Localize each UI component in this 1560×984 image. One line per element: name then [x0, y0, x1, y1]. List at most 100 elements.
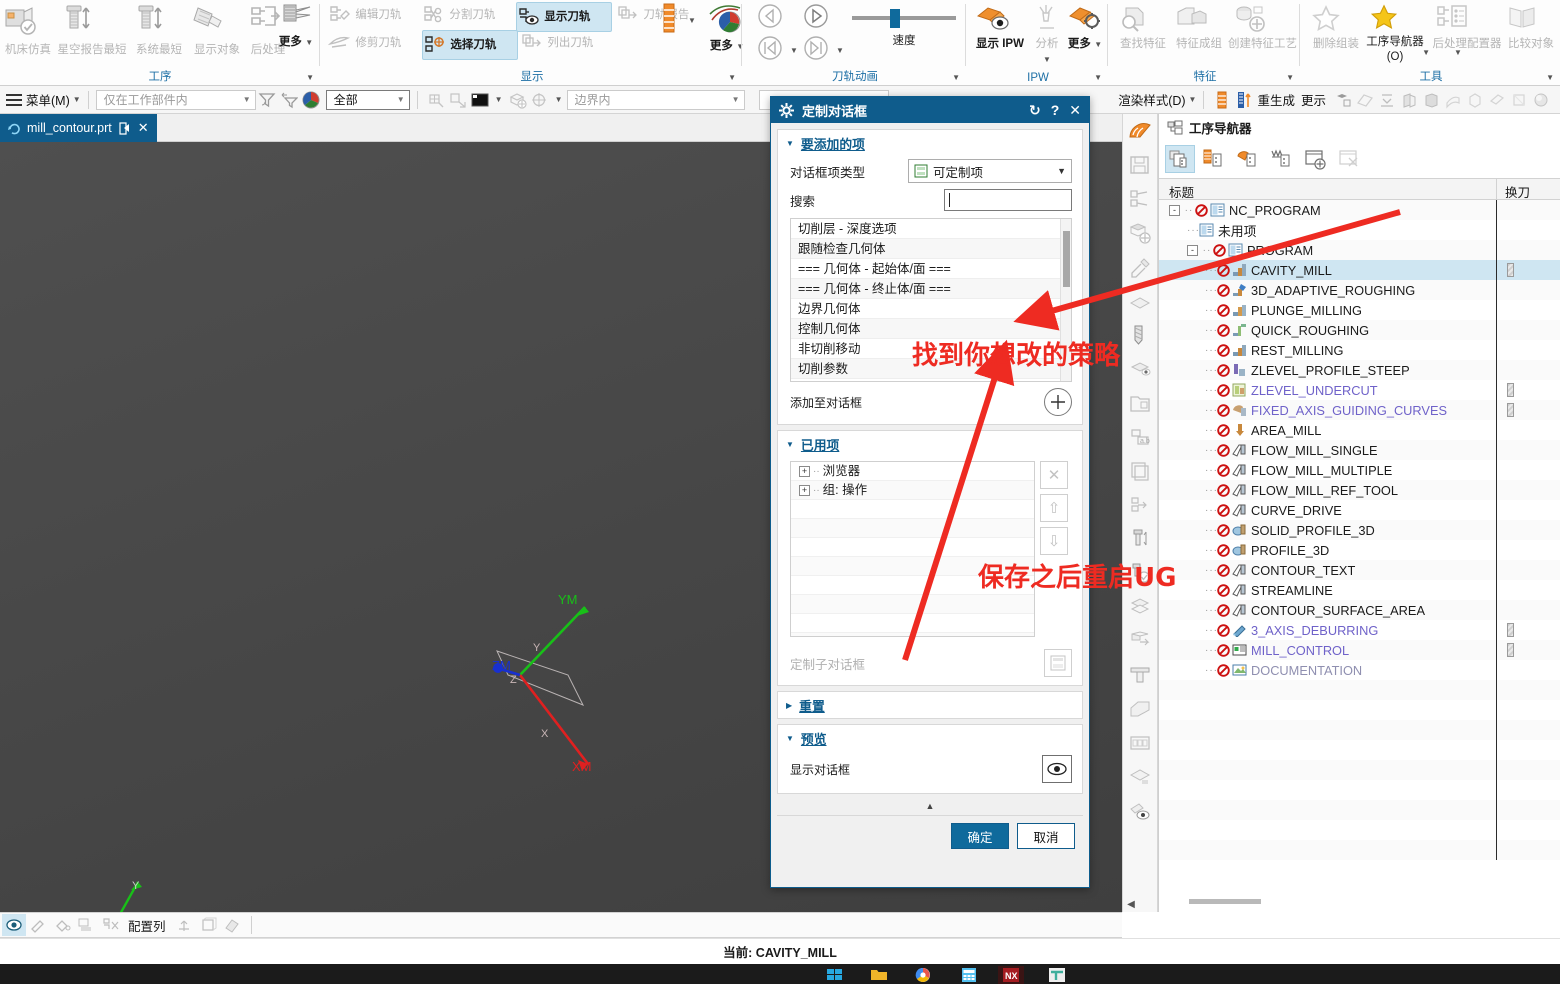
refresh-label[interactable]: 更示: [1301, 90, 1326, 109]
taskbar-calculator-icon[interactable]: [956, 966, 982, 984]
list-scrollbar[interactable]: [1060, 219, 1071, 381]
solid-view-icon[interactable]: [1420, 89, 1442, 111]
tree-row[interactable]: ··· FLOW_MILL_SINGLE: [1159, 440, 1560, 460]
box-view-icon[interactable]: [1464, 89, 1486, 111]
column-header-toolchange[interactable]: 换刀: [1496, 179, 1560, 200]
tree-row[interactable]: ··· ZLEVEL_PROFILE_STEEP: [1159, 360, 1560, 380]
filter-settings-icon[interactable]: [278, 89, 300, 111]
available-item[interactable]: 加工参数: [791, 379, 1071, 381]
taskbar-start-icon[interactable]: [822, 966, 848, 984]
customize-subdialog-button[interactable]: [1044, 649, 1072, 677]
dialog-used-items-list[interactable]: + ·· 浏览器 + ·· 组: 操作: [790, 461, 1035, 637]
boundary-select[interactable]: 边界内 ▼: [566, 89, 745, 110]
ribbon-button-edit-toolpath[interactable]: 编辑刀轨: [328, 4, 420, 30]
menu-label[interactable]: 菜单(M): [26, 90, 70, 109]
resource-bar-collapse-icon[interactable]: ◀: [1124, 895, 1138, 913]
ribbon-button-show-object[interactable]: 显示对象: [190, 2, 244, 57]
tree-row[interactable]: ··· 3_AXIS_DEBURRING: [1159, 620, 1560, 640]
tree-row[interactable]: ··· 3D_ADAPTIVE_ROUGHING: [1159, 280, 1560, 300]
dialog-available-items-list[interactable]: 切削层 - 深度选项 跟随检查几何体 === 几何体 - 起始体/面 === === …: [790, 218, 1072, 382]
navigator-close-window-button[interactable]: [1335, 145, 1365, 173]
group-dialog-launcher-icon[interactable]: ▼: [728, 73, 736, 82]
ribbon-button-more-operation[interactable]: 更多 ▼: [276, 2, 316, 49]
tree-row[interactable]: - ·· PROGRAM: [1159, 240, 1560, 260]
column-header-title[interactable]: 标题: [1159, 179, 1496, 200]
tree-row[interactable]: ··· STREAMLINE: [1159, 580, 1560, 600]
used-item[interactable]: + ·· 组: 操作: [791, 481, 1034, 500]
ok-button[interactable]: 确定: [951, 823, 1009, 849]
blank-stock-icon[interactable]: [1123, 590, 1157, 624]
sheet-view-icon[interactable]: [1442, 89, 1464, 111]
add-object-icon[interactable]: [507, 89, 529, 111]
available-item[interactable]: 切削参数: [791, 359, 1071, 379]
tree-row[interactable]: ··· QUICK_ROUGHING: [1159, 320, 1560, 340]
ribbon-button-more-ipw[interactable]: 更多 ▼: [1066, 2, 1104, 51]
section-header-used-items[interactable]: ▼ 已用项: [778, 431, 1082, 457]
chevron-down-icon[interactable]: ▼: [555, 95, 563, 104]
tree-row[interactable]: ··· MILL_CONTROL: [1159, 640, 1560, 660]
assembly-navigator-icon[interactable]: [1123, 114, 1157, 148]
visibility-icon[interactable]: [2, 914, 26, 936]
taskbar-app-icon[interactable]: [1044, 966, 1070, 984]
chevron-down-icon[interactable]: ▼: [1057, 166, 1066, 176]
dialog-collapse-chevron[interactable]: ▲: [777, 799, 1083, 815]
chevron-down-icon[interactable]: ▼: [305, 38, 313, 47]
menu-hamburger-icon[interactable]: [6, 91, 22, 109]
chevron-down-icon[interactable]: ▼: [73, 95, 81, 104]
paint-view-icon[interactable]: [1486, 89, 1508, 111]
layout-icon[interactable]: [1123, 726, 1157, 760]
tree-row[interactable]: ··· REST_MILLING: [1159, 340, 1560, 360]
regenerate-icon[interactable]: [1233, 89, 1255, 111]
move-up-button[interactable]: ⇧: [1040, 494, 1068, 522]
available-item[interactable]: 跟随检查几何体: [791, 239, 1071, 259]
export-icon[interactable]: [1123, 488, 1157, 522]
machine-tool-icon[interactable]: [1123, 352, 1157, 386]
anim-fast-forward-button[interactable]: [802, 34, 832, 64]
preview-show-dialog-button[interactable]: [1042, 755, 1072, 783]
available-item[interactable]: 切削层 - 深度选项: [791, 219, 1071, 239]
chevron-down-icon[interactable]: ▼: [786, 734, 794, 743]
tree-row[interactable]: ··· AREA_MILL: [1159, 420, 1560, 440]
layer-color-swatch[interactable]: [469, 89, 491, 111]
move-down-button[interactable]: ⇩: [1040, 527, 1068, 555]
group-dialog-launcher-icon[interactable]: ▼: [952, 73, 960, 82]
ribbon-button-list-toolpath[interactable]: 列出刀轨: [520, 32, 612, 58]
chevron-right-icon[interactable]: ▶: [786, 701, 792, 710]
csys-display-icon[interactable]: [172, 914, 196, 936]
group-dialog-launcher-icon[interactable]: ▼: [1094, 73, 1102, 82]
work-part-scope-select[interactable]: 仅在工作部件内 ▼: [95, 89, 256, 110]
snap-point-icon[interactable]: [425, 89, 447, 111]
report-icon[interactable]: [1123, 454, 1157, 488]
ribbon-button-split-toolpath[interactable]: 分割刀轨: [422, 4, 514, 30]
ribbon-button-trim-toolpath[interactable]: 修剪刀轨: [328, 32, 420, 58]
taskbar-nx-icon[interactable]: NX: [998, 966, 1024, 984]
workpiece-icon[interactable]: [1123, 284, 1157, 318]
navigator-horizontal-scrollbar[interactable]: [1159, 896, 1560, 906]
cancel-button[interactable]: 取消: [1017, 823, 1075, 849]
geometry-body-icon[interactable]: [1123, 692, 1157, 726]
customize-dialog[interactable]: 定制对话框 ↻ ? ✕ ▼ 要添加的项 对话框项类型 可定制项 ▼ 搜索 切削层…: [770, 96, 1090, 888]
anim-play-button[interactable]: [802, 2, 832, 32]
wireframe-view-icon[interactable]: [1354, 89, 1376, 111]
eyedropper-icon[interactable]: [1123, 250, 1157, 284]
ribbon-button-toolpath-color[interactable]: [662, 2, 686, 38]
snap-expand-icon[interactable]: [447, 89, 469, 111]
tree-row[interactable]: - ·· NC_PROGRAM: [1159, 200, 1560, 220]
wire-box-view-icon[interactable]: [1508, 89, 1530, 111]
tree-row[interactable]: ··· FLOW_MILL_MULTIPLE: [1159, 460, 1560, 480]
ribbon-button-starfield-report[interactable]: 星空报告最短: [56, 2, 128, 57]
chevron-down-icon[interactable]: ▼: [786, 139, 794, 148]
add-to-dialog-button[interactable]: [1044, 388, 1072, 416]
navigator-program-order-view-button[interactable]: [1165, 145, 1195, 173]
display-toolpath-side-icon[interactable]: [1123, 794, 1157, 828]
studio-view-icon[interactable]: [1530, 89, 1552, 111]
paint-bucket-icon[interactable]: [50, 914, 74, 936]
tree-row[interactable]: ··· PROFILE_3D: [1159, 540, 1560, 560]
tree-row[interactable]: ··· DOCUMENTATION: [1159, 660, 1560, 680]
ribbon-button-postproc-config[interactable]: 后处理配置器 ▼: [1432, 2, 1502, 57]
navigator-geometry-view-button[interactable]: [1233, 145, 1263, 173]
ribbon-button-compare-object[interactable]: 比较对象: [1504, 2, 1558, 51]
chevron-down-icon[interactable]: ▼: [1043, 55, 1051, 64]
chevron-down-icon[interactable]: ▼: [836, 46, 844, 55]
tree-row[interactable]: ··· PLUNGE_MILLING: [1159, 300, 1560, 320]
